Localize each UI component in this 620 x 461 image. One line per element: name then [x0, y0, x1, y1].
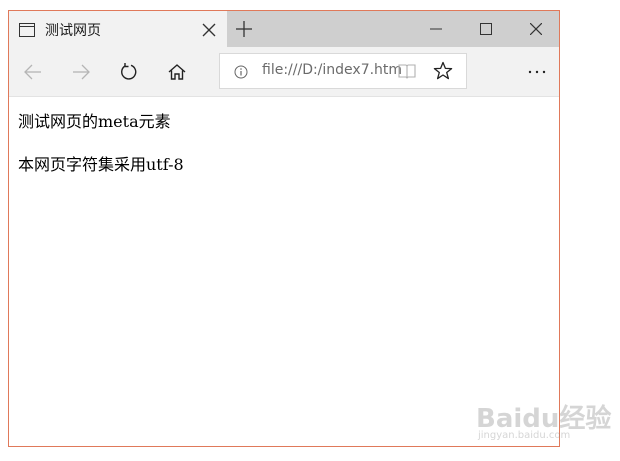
minimize-icon: [430, 28, 442, 30]
more-menu-icon[interactable]: [527, 62, 547, 82]
refresh-icon[interactable]: [119, 62, 139, 82]
home-icon[interactable]: [167, 62, 187, 82]
baidu-jingyan-watermark: Baidu经验 jingyan.baidu.com: [476, 394, 616, 450]
navigation-bar: file:///D:/index7.htm: [9, 47, 559, 97]
reading-view-book-icon[interactable]: [398, 62, 416, 80]
tab-title: 测试网页: [45, 23, 101, 39]
maximize-button[interactable]: [461, 11, 511, 47]
favorite-star-icon[interactable]: [433, 61, 453, 81]
address-bar[interactable]: file:///D:/index7.htm: [219, 53, 467, 89]
content-line-charset: 本网页字符集采用utf-8: [18, 155, 184, 174]
minimize-button[interactable]: [411, 11, 461, 47]
back-arrow-icon[interactable]: [23, 62, 43, 82]
browser-window: 测试网页 file:///D:/index7.htm 测试网页的meta元素 本…: [8, 10, 560, 447]
address-url[interactable]: file:///D:/index7.htm: [262, 62, 402, 78]
maximize-icon: [480, 23, 492, 35]
close-window-button[interactable]: [511, 11, 559, 47]
close-tab-icon[interactable]: [202, 22, 216, 37]
page-icon: [19, 22, 35, 37]
watermark-url: jingyan.baidu.com: [478, 430, 571, 441]
content-line-meta: 测试网页的meta元素: [18, 112, 171, 131]
forward-arrow-icon[interactable]: [71, 62, 91, 82]
close-icon: [530, 23, 542, 35]
new-tab-plus-icon[interactable]: [236, 21, 252, 37]
active-tab[interactable]: 测试网页: [9, 11, 227, 47]
info-icon[interactable]: [234, 64, 248, 79]
tab-bar: 测试网页: [9, 11, 559, 47]
